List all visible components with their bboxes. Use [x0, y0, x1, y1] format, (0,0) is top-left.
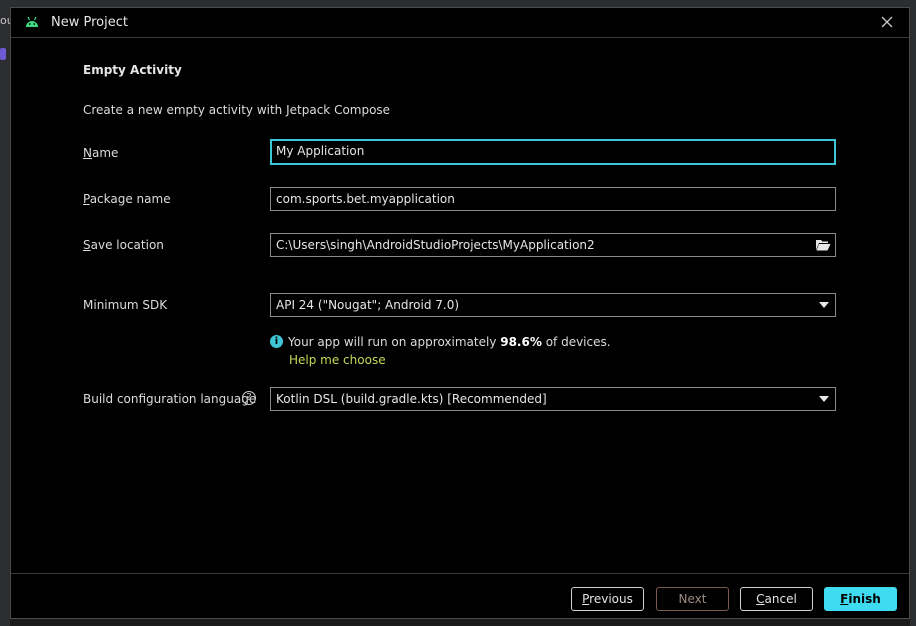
info-icon: i	[270, 335, 283, 348]
save-location-field[interactable]: C:\Users\singh\AndroidStudioProjects\MyA…	[270, 233, 836, 257]
build-language-dropdown[interactable]: Kotlin DSL (build.gradle.kts) [Recommend…	[270, 387, 836, 411]
backdrop-badge	[0, 48, 6, 60]
previous-button[interactable]: Previous	[571, 587, 644, 611]
footer-divider	[11, 573, 909, 574]
coverage-suffix: of devices.	[541, 335, 611, 349]
folder-open-icon[interactable]	[815, 238, 831, 252]
template-description: Create a new empty activity with Jetpack…	[83, 103, 391, 117]
new-project-dialog: New Project Empty Activity Create a new …	[10, 7, 910, 619]
finish-rest: inish	[848, 592, 881, 606]
android-icon	[26, 16, 38, 27]
name-label: Name	[83, 146, 118, 160]
package-value: com.sports.bet.myapplication	[276, 192, 455, 206]
coverage-percent: 98.6%	[500, 335, 542, 349]
coverage-prefix: Your app will run on approximately	[288, 335, 501, 349]
cancel-rest: ancel	[764, 592, 797, 606]
template-heading: Empty Activity	[83, 63, 182, 77]
close-icon[interactable]	[879, 14, 895, 30]
cancel-button[interactable]: Cancel	[740, 587, 813, 611]
save-location-label: Save location	[83, 238, 164, 252]
package-label-accel: P	[83, 192, 90, 206]
name-value: My Application	[276, 144, 365, 158]
help-question-icon[interactable]: ?	[242, 391, 256, 405]
min-sdk-dropdown[interactable]: API 24 ("Nougat"; Android 7.0)	[270, 293, 836, 317]
build-language-value: Kotlin DSL (build.gradle.kts) [Recommend…	[276, 392, 547, 406]
backdrop-window-left: ou	[0, 0, 14, 626]
package-name-label: Package name	[83, 192, 171, 206]
name-field[interactable]: My Application	[270, 139, 836, 165]
window-title: New Project	[51, 15, 128, 30]
next-button[interactable]: Next	[656, 587, 729, 611]
package-label-rest: ackage name	[89, 192, 171, 206]
cancel-accel: C	[756, 592, 765, 606]
package-name-field[interactable]: com.sports.bet.myapplication	[270, 187, 836, 211]
save-label-accel: S	[83, 238, 91, 252]
name-label-rest: ame	[91, 146, 119, 160]
previous-rest: revious	[589, 592, 633, 606]
help-me-choose-link[interactable]: Help me choose	[289, 353, 386, 367]
min-sdk-label: Minimum SDK	[83, 298, 168, 312]
build-language-label: Build configuration language	[83, 392, 257, 406]
chevron-down-icon	[819, 396, 829, 402]
name-label-accel: N	[83, 146, 92, 160]
finish-button[interactable]: Finish	[824, 587, 897, 611]
min-sdk-value: API 24 ("Nougat"; Android 7.0)	[276, 298, 460, 312]
chevron-down-icon	[819, 302, 829, 308]
save-location-value: C:\Users\singh\AndroidStudioProjects\MyA…	[276, 238, 595, 252]
device-coverage-text: Your app will run on approximately 98.6%…	[288, 335, 611, 349]
backdrop-window-right	[910, 0, 916, 626]
save-label-rest: ave location	[90, 238, 164, 252]
title-bar[interactable]: New Project	[11, 8, 909, 38]
